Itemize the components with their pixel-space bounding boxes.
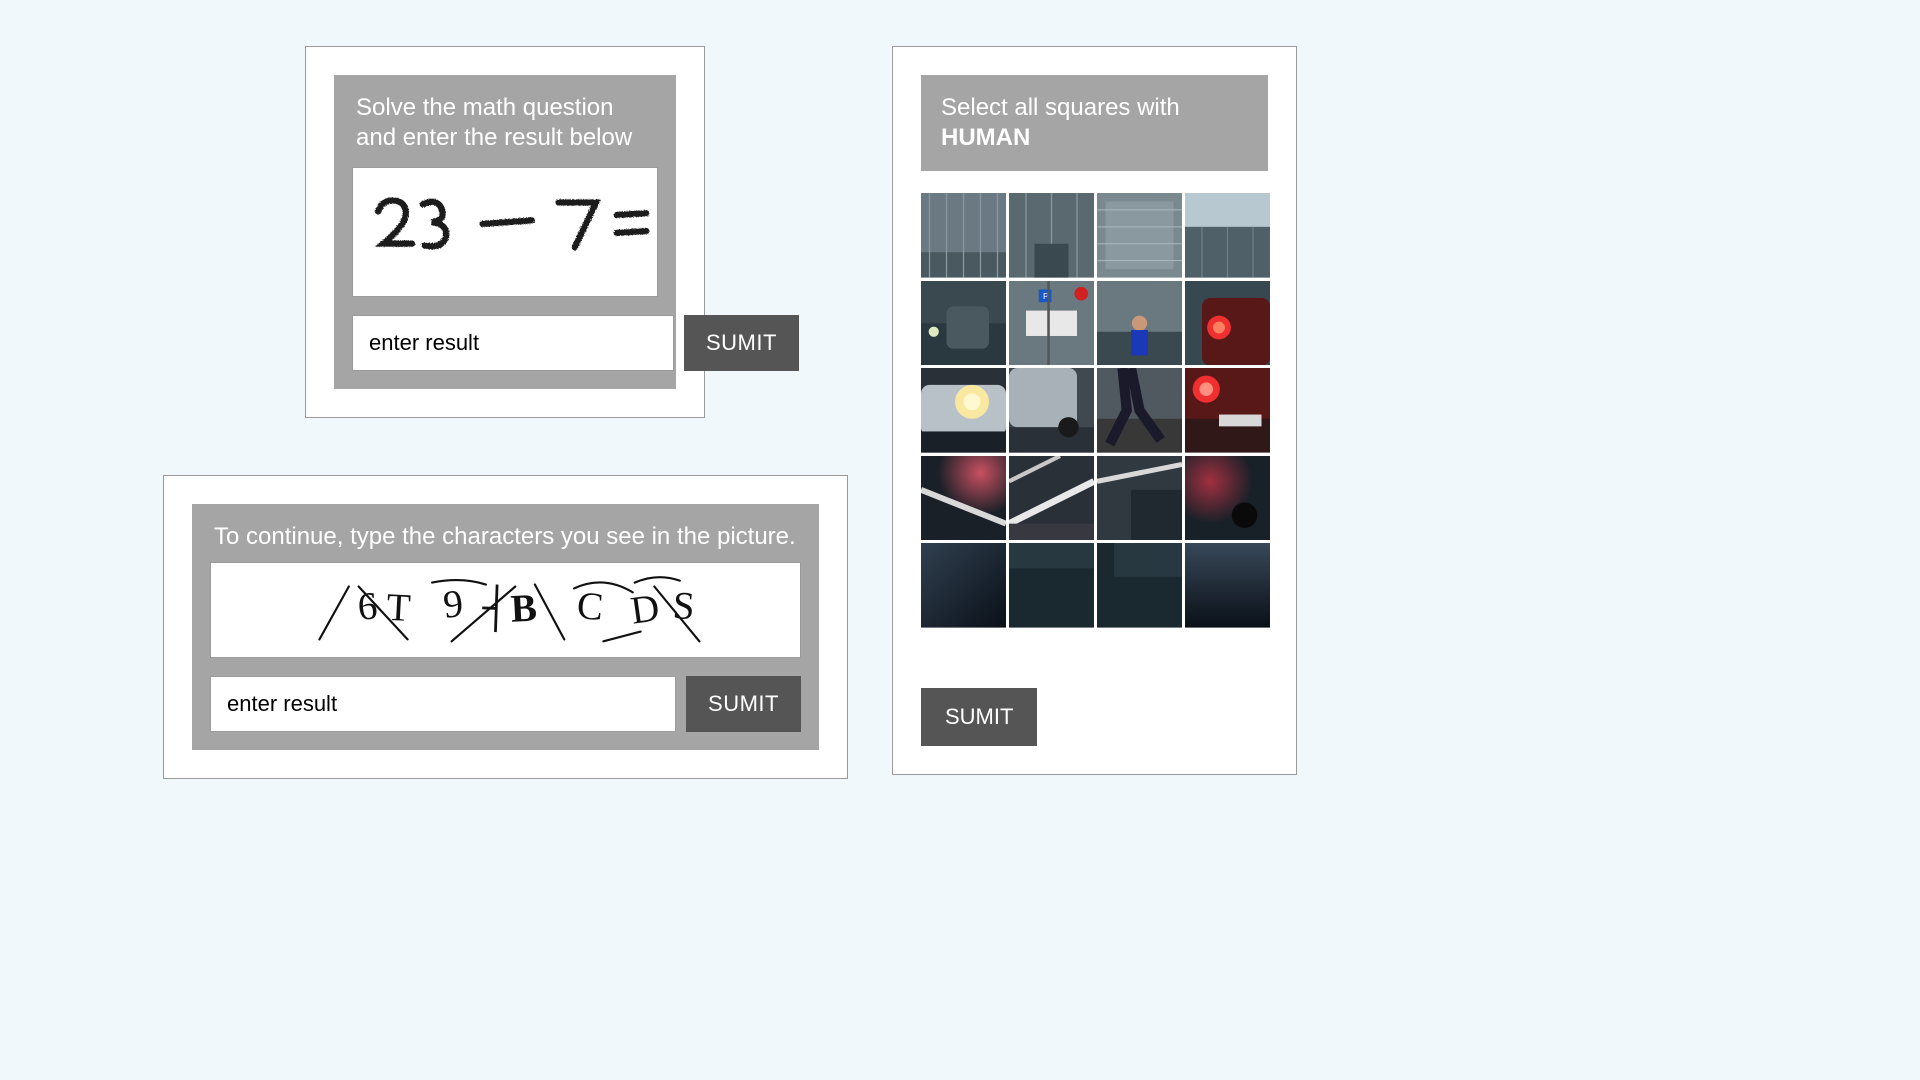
math-action-row: SUMIT: [352, 315, 658, 371]
grid-cell-1-1[interactable]: P: [1009, 281, 1094, 366]
svg-text:S: S: [671, 584, 696, 628]
svg-text:9: 9: [441, 582, 465, 627]
text-captcha-header: To continue, type the characters you see…: [210, 522, 801, 562]
math-captcha-inner: Solve the math question and enter the re…: [334, 75, 676, 389]
text-captcha-image: 6 T 9 ┤ B C D S: [210, 562, 801, 658]
image-grid-captcha-card: Select all squares with HUMAN P SUMIT: [892, 46, 1297, 775]
grid-cell-4-2[interactable]: [1097, 543, 1182, 628]
math-header-line1: Solve the math question: [356, 94, 614, 121]
grid-cell-0-2[interactable]: [1097, 193, 1182, 278]
svg-text:B: B: [510, 586, 538, 630]
grid-cell-3-2[interactable]: [1097, 456, 1182, 541]
svg-text:T: T: [386, 586, 412, 630]
math-captcha-card: Solve the math question and enter the re…: [305, 46, 705, 418]
text-result-input[interactable]: [210, 676, 676, 732]
grid-cell-2-3[interactable]: [1185, 368, 1270, 453]
grid-cell-2-0[interactable]: [921, 368, 1006, 453]
grid-cell-2-1[interactable]: [1009, 368, 1094, 453]
grid-cell-1-2[interactable]: [1097, 281, 1182, 366]
grid-header-line1: Select all squares with: [941, 94, 1180, 121]
grid-cell-3-0[interactable]: [921, 456, 1006, 541]
grid-captcha-header: Select all squares with HUMAN: [921, 75, 1268, 171]
grid-cell-3-1[interactable]: [1009, 456, 1094, 541]
math-captcha-header: Solve the math question and enter the re…: [352, 93, 658, 167]
grid-cell-1-3[interactable]: [1185, 281, 1270, 366]
grid-cell-4-3[interactable]: [1185, 543, 1270, 628]
grid-cell-4-0[interactable]: [921, 543, 1006, 628]
grid-cell-1-0[interactable]: [921, 281, 1006, 366]
svg-text:C: C: [575, 584, 605, 629]
svg-text:D: D: [628, 586, 662, 633]
grid-cell-4-1[interactable]: [1009, 543, 1094, 628]
grid-captcha-image-grid: P: [921, 193, 1270, 628]
text-captcha-inner: To continue, type the characters you see…: [192, 504, 819, 750]
grid-cell-0-3[interactable]: [1185, 193, 1270, 278]
text-captcha-card: To continue, type the characters you see…: [163, 475, 848, 779]
math-header-line2: and enter the result below: [356, 124, 632, 151]
grid-header-target: HUMAN: [941, 124, 1030, 151]
math-captcha-image: [352, 167, 658, 297]
grid-cell-2-2[interactable]: [1097, 368, 1182, 453]
math-result-input[interactable]: [352, 315, 674, 371]
math-submit-button[interactable]: SUMIT: [684, 315, 799, 371]
grid-cell-0-1[interactable]: [1009, 193, 1094, 278]
svg-text:6: 6: [356, 585, 379, 629]
text-submit-button[interactable]: SUMIT: [686, 676, 801, 732]
grid-submit-button[interactable]: SUMIT: [921, 688, 1037, 746]
grid-cell-0-0[interactable]: [921, 193, 1006, 278]
grid-cell-3-3[interactable]: [1185, 456, 1270, 541]
text-action-row: SUMIT: [210, 676, 801, 732]
svg-text:┤: ┤: [481, 584, 511, 633]
